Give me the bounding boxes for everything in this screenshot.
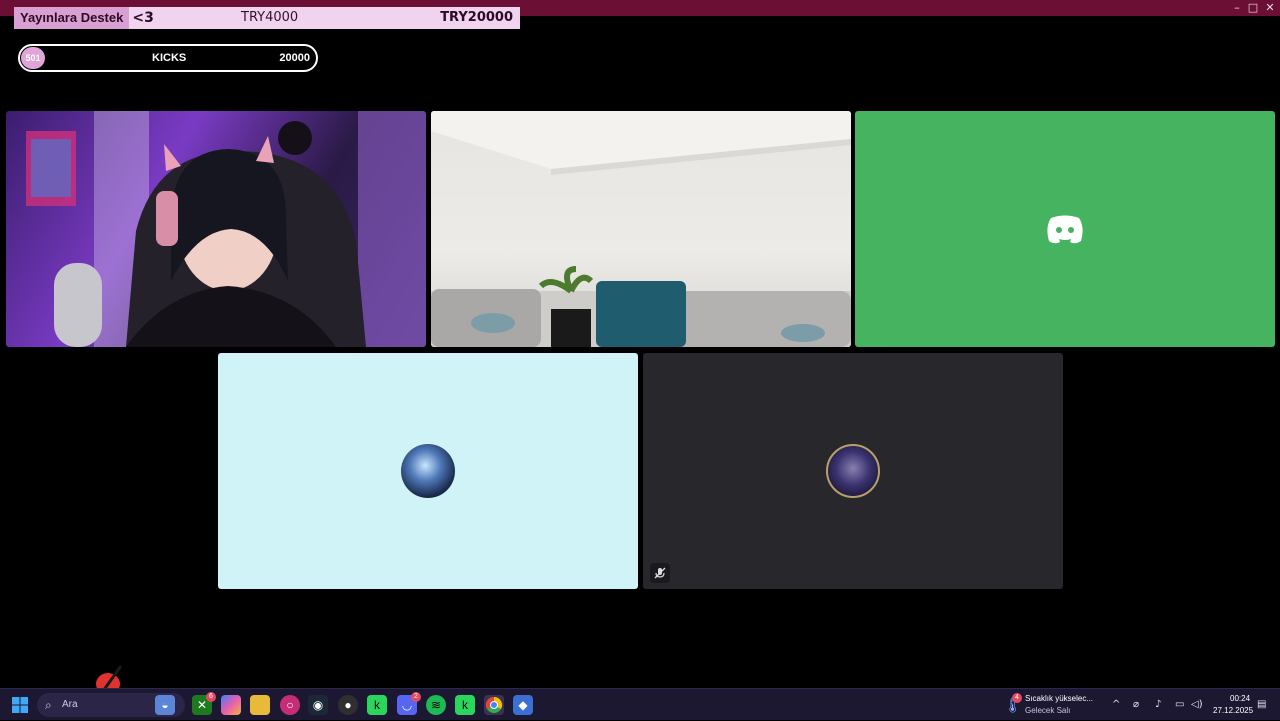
search-icon: ⌕ <box>45 698 52 712</box>
chevron-up-icon[interactable]: ^ <box>1112 697 1120 713</box>
participant-2-avatar <box>826 444 880 498</box>
streamer-camera-feed <box>26 111 426 347</box>
weather-badge: 4 <box>1012 693 1022 703</box>
clock-time[interactable]: 00:24 <box>1230 694 1250 703</box>
discord-icon <box>1047 215 1083 244</box>
obs-icon[interactable]: ● <box>338 695 358 715</box>
osu-icon[interactable]: ○ <box>280 695 300 715</box>
spotify-icon[interactable]: ≋ <box>426 695 446 715</box>
kicks-goal-bar: 501 KICKS 20000 <box>18 44 318 72</box>
video-tile-participant-1[interactable] <box>218 353 638 589</box>
kick-app-icon[interactable]: k <box>367 695 387 715</box>
volume-icon[interactable]: ◁) <box>1191 697 1203 713</box>
donation-heart: <3 <box>132 10 154 26</box>
copilot-icon[interactable] <box>221 695 241 715</box>
chrome-icon[interactable] <box>484 695 504 715</box>
search-placeholder: Ara <box>62 699 78 710</box>
donation-goal-bar: Yayınlara Destek <3 TRY4000 TRY20000 <box>14 7 520 29</box>
microphone-muted-icon <box>650 563 670 583</box>
steam-icon[interactable]: ◉ <box>308 695 328 715</box>
xbox-icon[interactable]: ✕ 6 <box>192 692 216 715</box>
kicks-count: 501 <box>21 47 45 69</box>
kicks-goal: 20000 <box>279 52 310 64</box>
windows-start-icon[interactable] <box>12 697 28 713</box>
microphone-icon[interactable]: ♪ <box>1155 697 1161 713</box>
donation-current-amount: TRY4000 <box>241 10 299 25</box>
clock-date[interactable]: 27.12.2025 <box>1213 706 1253 715</box>
discord-icon[interactable]: ◡ 2 <box>397 692 421 715</box>
weather-subtext: Gelecek Salı <box>1025 706 1071 715</box>
notification-icon[interactable]: ▤ <box>1257 697 1266 713</box>
video-tile-streamer[interactable] <box>6 111 426 347</box>
donation-goal-amount: TRY20000 <box>440 10 513 25</box>
xbox-badge: 6 <box>206 692 216 702</box>
video-tile-room[interactable] <box>431 111 851 347</box>
weather-headline[interactable]: Sıcaklık yükselec... <box>1025 694 1093 703</box>
close-button[interactable]: ✕ <box>1260 1 1280 15</box>
discord-badge: 2 <box>411 692 421 702</box>
rocket-app-icon[interactable]: ◒ <box>155 695 175 715</box>
room-camera-feed <box>431 111 851 347</box>
donation-title: Yayınlara Destek <box>14 7 130 29</box>
file-explorer-icon[interactable] <box>250 695 270 715</box>
participant-1-avatar <box>401 444 455 498</box>
video-tile-discord[interactable] <box>855 111 1275 347</box>
game-app-icon[interactable]: ◆ <box>513 695 533 715</box>
kick-app-2-icon[interactable]: k <box>455 695 475 715</box>
video-tile-participant-2[interactable] <box>643 353 1063 589</box>
display-icon[interactable]: ▭ <box>1175 697 1184 713</box>
network-icon[interactable]: ⌀ <box>1133 697 1139 713</box>
taskbar: ⌕ Ara ◒ ✕ 6 ○ ◉ ● k ◡ 2 ≋ k ◆ 🌡 4 Sıcaklık… <box>0 688 1280 720</box>
kicks-label: KICKS <box>152 52 187 64</box>
